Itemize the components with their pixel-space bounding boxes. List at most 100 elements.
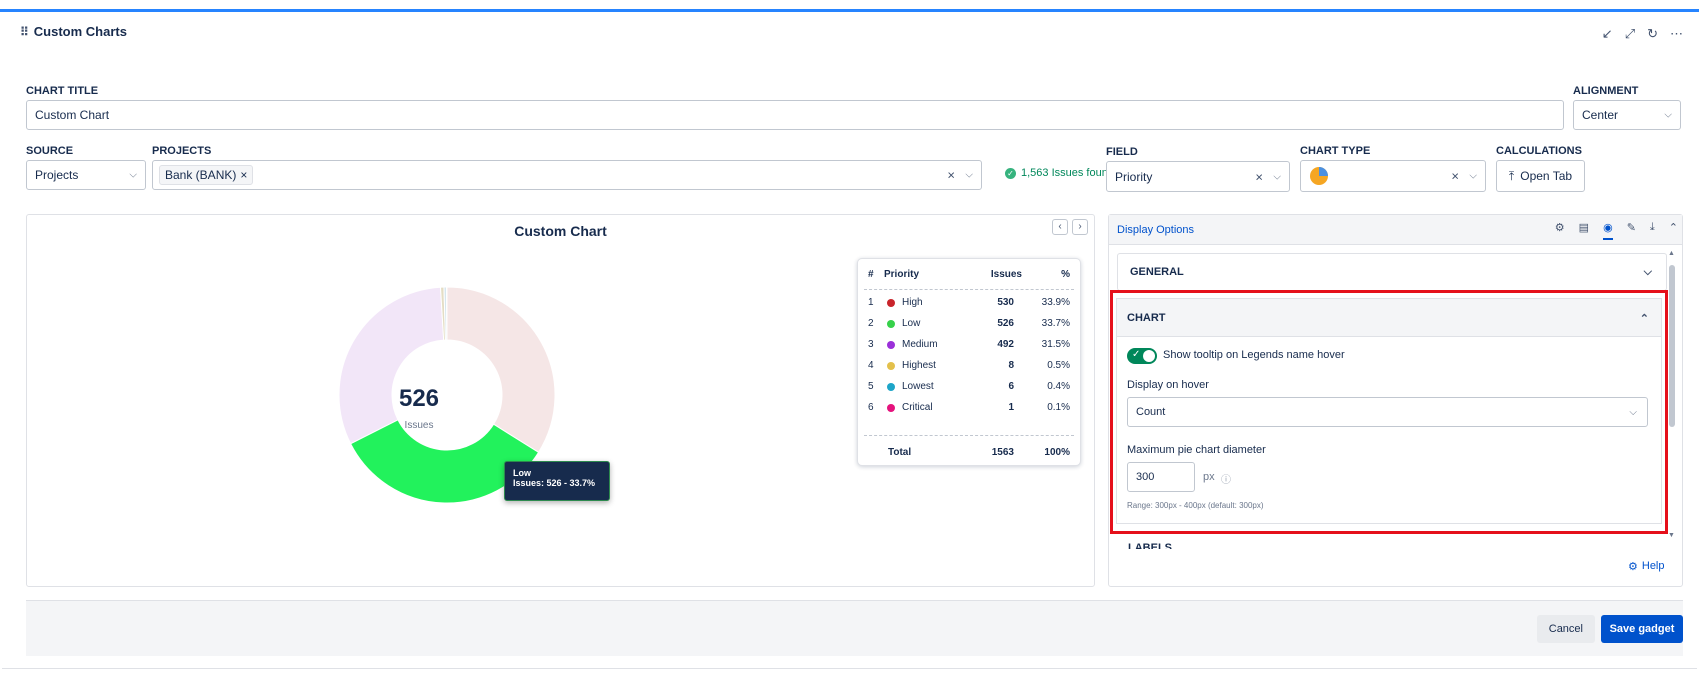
legend-color-dot xyxy=(887,404,895,412)
chevron-down-icon[interactable]: ⌵ xyxy=(1273,171,1281,182)
drag-handle-icon[interactable]: ⠿ xyxy=(20,25,29,39)
scroll-up-icon[interactable]: ▲ xyxy=(1668,250,1675,257)
legend-row[interactable]: 6 Critical 1 0.1% xyxy=(858,402,1080,420)
legend-row-issues: 530 xyxy=(997,297,1014,308)
chart-preview-panel: Custom Chart ‹ › 526 Issues Low Issues: … xyxy=(26,214,1095,587)
chart-tooltip: Low Issues: 526 - 33.7% xyxy=(504,461,610,501)
legend-row-num: 3 xyxy=(868,339,874,350)
clear-icon[interactable]: × xyxy=(1451,169,1459,184)
help-link[interactable]: ⚙ Help xyxy=(1628,560,1665,573)
total-issues: 1563 xyxy=(991,447,1014,458)
alignment-select[interactable]: Center ⌵ xyxy=(1573,100,1681,130)
chart-title-input[interactable]: Custom Chart xyxy=(26,100,1564,130)
chevron-down-icon: ⌵ xyxy=(1664,109,1672,121)
issues-found-text: 1,563 Issues found xyxy=(1021,167,1114,179)
help-gear-icon: ⚙ xyxy=(1628,561,1638,573)
chart-title-value: Custom Chart xyxy=(35,108,110,122)
cancel-button[interactable]: Cancel xyxy=(1536,615,1595,643)
legend-row-issues: 1 xyxy=(1008,402,1014,413)
col-num: # xyxy=(868,269,874,280)
legend-row-num: 2 xyxy=(868,318,874,329)
refresh-icon[interactable]: ↻ xyxy=(1647,26,1658,42)
display-options-toolbar: ⚙ ▤ ◉ ✎ ⤓ ⌃ xyxy=(1555,221,1678,240)
donut-center-unit: Issues xyxy=(404,420,434,431)
expand-icon[interactable]: ⤢ xyxy=(1625,26,1635,42)
legend-row-issues: 526 xyxy=(997,318,1014,329)
legend-row[interactable]: 3 Medium 492 31.5% xyxy=(858,339,1080,357)
chevron-down-icon[interactable]: ⌵ xyxy=(965,170,973,181)
prev-icon[interactable]: ‹ xyxy=(1052,219,1068,235)
eye-icon[interactable]: ◉ xyxy=(1603,221,1613,240)
legend-table: # Priority Issues % 1 High 530 33.9% 2 Low 526… xyxy=(857,258,1081,466)
legend-row-pct: 33.7% xyxy=(1041,318,1070,329)
field-select[interactable]: Priority × ⌵ xyxy=(1106,161,1290,192)
open-tab-label: Open Tab xyxy=(1520,169,1573,183)
edit-icon[interactable]: ✎ xyxy=(1627,221,1636,240)
alignment-value: Center xyxy=(1582,108,1619,122)
open-tab-button[interactable]: ⤒ Open Tab xyxy=(1496,160,1585,192)
section-general-label: GENERAL xyxy=(1130,266,1184,278)
legend-row-pct: 33.9% xyxy=(1041,297,1070,308)
collapse-icon[interactable]: ⌃ xyxy=(1669,221,1678,240)
legend-row-num: 5 xyxy=(868,381,874,392)
help-label: Help xyxy=(1641,560,1665,572)
legend-row-num: 1 xyxy=(868,297,874,308)
legend-row[interactable]: 1 High 530 33.9% xyxy=(858,297,1080,315)
display-options-header: Display Options ⚙ ▤ ◉ ✎ ⤓ ⌃ xyxy=(1109,215,1682,245)
upload-icon: ⤒ xyxy=(1508,168,1515,183)
settings-icon[interactable]: ⚙ xyxy=(1555,221,1565,240)
footer: Cancel Save gadget xyxy=(26,600,1683,656)
legend-table-header: # Priority Issues % xyxy=(858,269,1080,287)
section-general[interactable]: GENERAL ⌵ xyxy=(1117,253,1667,291)
legend-color-dot xyxy=(887,383,895,391)
chevron-down-icon: ⌵ xyxy=(129,169,137,181)
projects-multiselect[interactable]: Bank (BANK) × × ⌵ xyxy=(152,160,982,190)
clear-icon[interactable]: × xyxy=(1255,169,1263,184)
legend-row-pct: 31.5% xyxy=(1041,339,1070,350)
legend-row-name: Lowest xyxy=(902,381,934,392)
more-icon[interactable]: ⋯ xyxy=(1670,26,1683,42)
legend-row-pct: 0.5% xyxy=(1047,360,1070,371)
project-tag-label: Bank (BANK) xyxy=(165,168,237,182)
clear-icon[interactable]: × xyxy=(947,168,955,183)
legend-row-issues: 492 xyxy=(997,339,1014,350)
legend-row-num: 4 xyxy=(868,360,874,371)
gadget-config-frame: ⠿ Custom Charts ↙ ⤢ ↻ ⋯ CHART TITLE Cust… xyxy=(0,0,1699,674)
issues-found-status: ✓ 1,563 Issues found xyxy=(1005,167,1114,179)
chart-type-select[interactable]: × ⌵ xyxy=(1300,160,1486,192)
field-value: Priority xyxy=(1115,169,1153,184)
save-gadget-button[interactable]: Save gadget xyxy=(1601,615,1683,643)
display-options-title[interactable]: Display Options xyxy=(1117,224,1194,236)
header-tools: ↙ ⤢ ↻ ⋯ xyxy=(1602,26,1683,42)
minimize-icon[interactable]: ↙ xyxy=(1602,26,1613,42)
divider xyxy=(864,435,1074,436)
legend-color-dot xyxy=(887,362,895,370)
pie-chart-icon xyxy=(1310,167,1328,185)
scrollbar-thumb[interactable] xyxy=(1669,265,1675,427)
download-icon[interactable]: ⤓ xyxy=(1650,221,1655,240)
alignment-label: ALIGNMENT xyxy=(1573,85,1639,97)
source-value: Projects xyxy=(35,168,79,182)
check-circle-icon: ✓ xyxy=(1005,167,1016,179)
remove-tag-icon[interactable]: × xyxy=(240,168,247,182)
donut-slice-high[interactable] xyxy=(446,286,556,454)
legend-row-name: Medium xyxy=(902,339,938,350)
chart-nav: ‹ › xyxy=(1052,219,1088,235)
source-select[interactable]: Projects ⌵ xyxy=(26,160,146,190)
section-labels[interactable]: LABELS xyxy=(1128,541,1172,549)
legend-row[interactable]: 2 Low 526 33.7% xyxy=(858,318,1080,336)
legend-row[interactable]: 4 Highest 8 0.5% xyxy=(858,360,1080,378)
legend-row-pct: 0.1% xyxy=(1047,402,1070,413)
gadget-title: Custom Charts xyxy=(33,24,127,39)
scroll-down-icon[interactable]: ▼ xyxy=(1668,532,1675,539)
legend-row-pct: 0.4% xyxy=(1047,381,1070,392)
clipboard-icon[interactable]: ▤ xyxy=(1579,221,1589,240)
legend-row-issues: 6 xyxy=(1008,381,1014,392)
legend-row[interactable]: 5 Lowest 6 0.4% xyxy=(858,381,1080,399)
chevron-down-icon[interactable]: ⌵ xyxy=(1469,171,1477,182)
legend-row-name: Critical xyxy=(902,402,933,413)
chart-title: Custom Chart xyxy=(514,223,607,239)
tooltip-value: Issues: 526 - 33.7% xyxy=(513,478,596,488)
next-icon[interactable]: › xyxy=(1072,219,1088,235)
donut-center-value: 526 xyxy=(398,385,440,412)
